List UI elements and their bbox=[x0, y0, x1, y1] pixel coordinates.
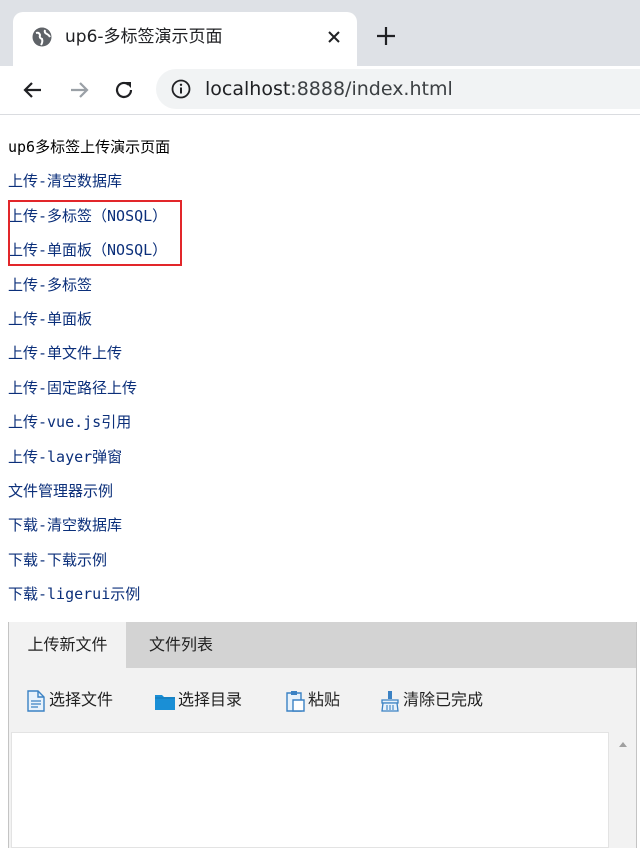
url-host: localhost bbox=[205, 78, 291, 100]
info-icon[interactable] bbox=[170, 78, 192, 100]
link-upload-layer-popup[interactable]: 上传-layer弹窗 bbox=[8, 440, 628, 474]
uploader-toolbar: 选择文件 选择目录 粘贴 清除已完成 bbox=[9, 668, 636, 730]
paste-button[interactable]: 粘贴 bbox=[284, 686, 354, 714]
globe-icon bbox=[32, 27, 52, 47]
select-folder-button[interactable]: 选择目录 bbox=[154, 686, 254, 714]
select-file-label: 选择文件 bbox=[49, 690, 114, 709]
address-bar[interactable]: localhost:8888/index.html bbox=[156, 69, 640, 109]
clear-icon bbox=[381, 691, 399, 712]
link-upload-single-file[interactable]: 上传-单文件上传 bbox=[8, 336, 628, 370]
tab-upload-new-file[interactable]: 上传新文件 bbox=[9, 622, 126, 668]
tab-file-list[interactable]: 文件列表 bbox=[126, 622, 236, 668]
url-text: localhost:8888/index.html bbox=[205, 78, 453, 100]
link-upload-fixed-path[interactable]: 上传-固定路径上传 bbox=[8, 371, 628, 405]
file-list-area bbox=[9, 730, 636, 848]
select-folder-label: 选择目录 bbox=[178, 690, 243, 709]
paste-icon bbox=[286, 691, 305, 712]
link-upload-single-panel[interactable]: 上传-单面板 bbox=[8, 302, 628, 336]
back-arrow-icon[interactable] bbox=[20, 77, 46, 103]
scroll-up-arrow-icon[interactable] bbox=[618, 740, 628, 748]
select-file-button[interactable]: 选择文件 bbox=[25, 686, 125, 714]
browser-toolbar: localhost:8888/index.html bbox=[0, 66, 640, 115]
link-upload-clear-db[interactable]: 上传-清空数据库 bbox=[8, 164, 628, 198]
forward-arrow-icon[interactable] bbox=[66, 77, 92, 103]
file-icon bbox=[27, 690, 45, 712]
clear-completed-button[interactable]: 清除已完成 bbox=[379, 686, 499, 714]
browser-tab[interactable]: up6-多标签演示页面 bbox=[13, 12, 357, 66]
link-upload-multitab[interactable]: 上传-多标签 bbox=[8, 268, 628, 302]
link-download-demo[interactable]: 下载-下载示例 bbox=[8, 543, 628, 577]
close-icon[interactable] bbox=[323, 26, 345, 48]
clear-completed-label: 清除已完成 bbox=[403, 690, 484, 709]
link-file-manager-demo[interactable]: 文件管理器示例 bbox=[8, 474, 628, 508]
link-download-ligerui-demo[interactable]: 下载-ligerui示例 bbox=[8, 577, 628, 611]
link-upload-single-panel-nosql[interactable]: 上传-单面板（NOSQL） bbox=[8, 233, 628, 267]
tab-title: up6-多标签演示页面 bbox=[65, 27, 223, 47]
uploader-panel: 上传新文件 文件列表 选择文件 选择目录 粘贴 清除已完成 bbox=[8, 622, 637, 848]
file-list bbox=[11, 732, 609, 848]
link-download-clear-db[interactable]: 下载-清空数据库 bbox=[8, 508, 628, 542]
scrollbar[interactable] bbox=[613, 732, 633, 848]
link-upload-vuejs[interactable]: 上传-vue.js引用 bbox=[8, 405, 628, 439]
folder-icon bbox=[155, 695, 175, 710]
url-path: :8888/index.html bbox=[290, 78, 453, 100]
reload-icon[interactable] bbox=[111, 77, 137, 103]
page-heading: up6多标签上传演示页面 bbox=[8, 138, 171, 156]
plus-icon[interactable] bbox=[374, 24, 398, 48]
paste-label: 粘贴 bbox=[308, 690, 341, 709]
browser-tab-strip: up6-多标签演示页面 bbox=[0, 0, 640, 66]
uploader-tab-bar: 上传新文件 文件列表 bbox=[9, 622, 636, 668]
link-upload-multitab-nosql[interactable]: 上传-多标签（NOSQL） bbox=[8, 199, 628, 233]
page-content: up6多标签上传演示页面 上传-清空数据库 上传-多标签（NOSQL） 上传-单… bbox=[8, 130, 628, 611]
